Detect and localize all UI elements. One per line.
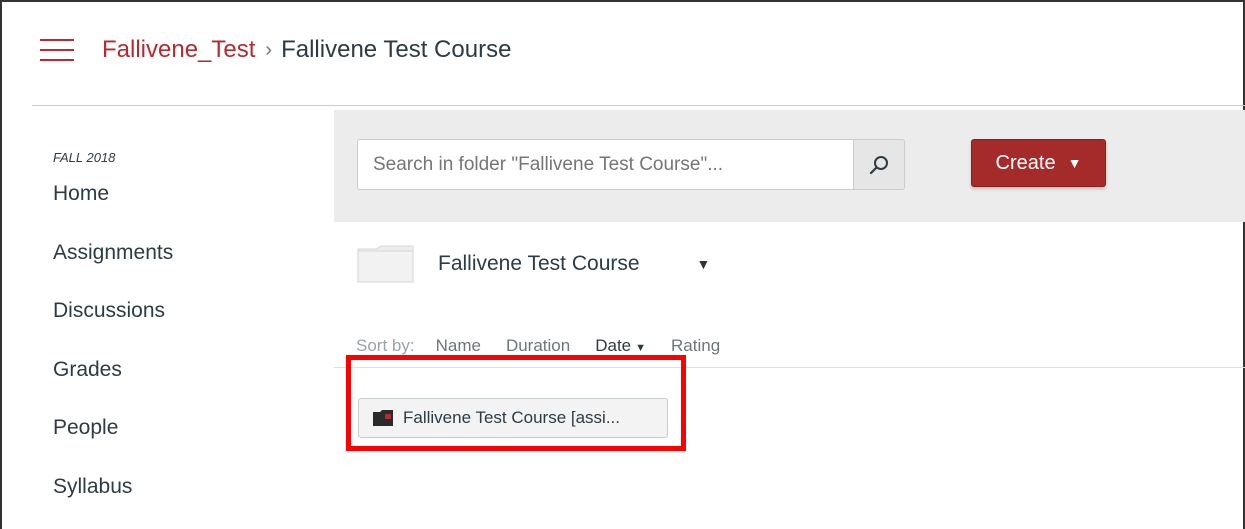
create-button[interactable]: Create ▼ bbox=[971, 139, 1106, 187]
sort-by-duration[interactable]: Duration bbox=[506, 336, 570, 356]
search-icon bbox=[869, 155, 888, 174]
create-button-label: Create bbox=[995, 151, 1056, 174]
term-label: FALL 2018 bbox=[53, 150, 116, 165]
nav-item-discussions[interactable]: Discussions bbox=[53, 298, 323, 357]
main-content: Create ▼ Fallivene Test Course ▼ Sort by… bbox=[334, 110, 1245, 529]
breadcrumb-course-link[interactable]: Fallivene_Test bbox=[102, 36, 255, 64]
sort-label: Sort by: bbox=[356, 336, 415, 355]
sort-caret-down-icon: ▼ bbox=[635, 342, 647, 354]
sort-date-label: Date bbox=[595, 336, 632, 355]
toolbar: Create ▼ bbox=[334, 110, 1245, 222]
sort-by-date[interactable]: Date ▼ bbox=[595, 336, 646, 356]
sort-bar: Sort by: Name Duration Date ▼ Rating bbox=[356, 336, 745, 356]
nav-item-syllabus[interactable]: Syllabus bbox=[53, 474, 323, 529]
header: Fallivene_Test › Fallivene Test Course bbox=[32, 18, 1245, 82]
breadcrumb-current: Fallivene Test Course bbox=[281, 36, 512, 63]
breadcrumb-separator: › bbox=[265, 38, 273, 61]
current-folder: Fallivene Test Course ▼ bbox=[357, 244, 710, 284]
highlight-box bbox=[346, 355, 686, 451]
folder-name: Fallivene Test Course bbox=[438, 252, 640, 275]
folder-menu-caret-icon[interactable]: ▼ bbox=[697, 256, 711, 272]
sort-by-rating[interactable]: Rating bbox=[671, 336, 720, 356]
nav-item-grades[interactable]: Grades bbox=[53, 357, 323, 416]
search-group bbox=[357, 139, 905, 190]
nav-item-assignments[interactable]: Assignments bbox=[53, 240, 323, 299]
search-button[interactable] bbox=[853, 139, 905, 190]
search-input[interactable] bbox=[357, 139, 853, 190]
header-divider bbox=[32, 105, 1245, 106]
sort-by-name[interactable]: Name bbox=[436, 336, 481, 356]
nav-item-home[interactable]: Home bbox=[53, 181, 323, 240]
caret-down-icon: ▼ bbox=[1067, 155, 1082, 171]
course-nav: FALL 2018 Home Assignments Discussions G… bbox=[53, 150, 323, 529]
hamburger-menu-icon[interactable] bbox=[40, 39, 74, 61]
folder-icon bbox=[357, 245, 414, 283]
nav-item-people[interactable]: People bbox=[53, 415, 323, 474]
